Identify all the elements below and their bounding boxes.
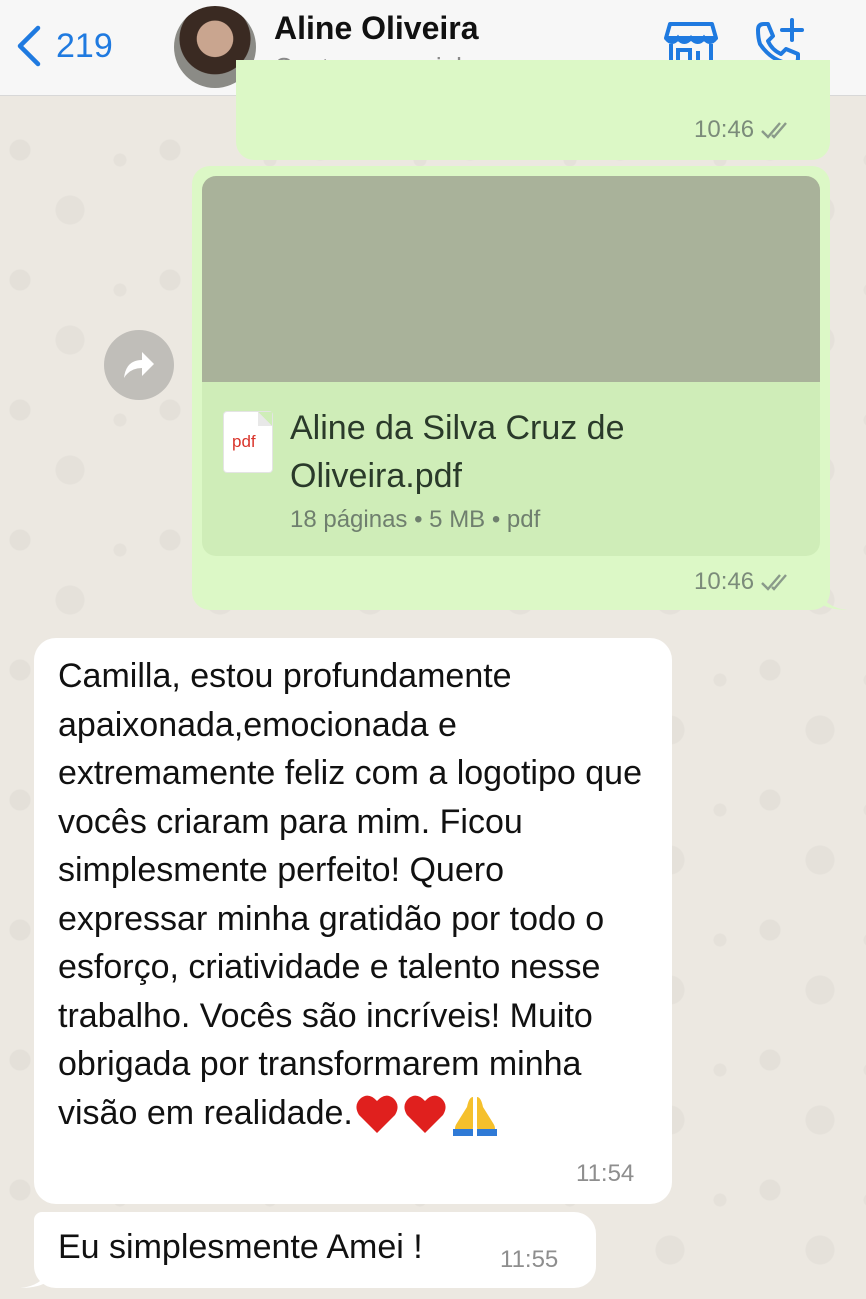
message-time: 11:54 <box>576 1160 635 1187</box>
message-time: 11:55 <box>500 1246 559 1273</box>
document-card[interactable]: pdf Aline da Silva Cruz de Oliveira.pdf … <box>202 382 820 556</box>
message-bubble-incoming[interactable]: Eu simplesmente Amei ! 11:55 <box>34 1212 596 1288</box>
document-file-meta: 18 páginas • 5 MB • pdf <box>290 506 541 533</box>
praying-hands-icon <box>452 1096 497 1136</box>
message-text: Camilla, estou profundamente apaixonada,… <box>58 652 658 1137</box>
red-heart-icon <box>356 1095 398 1133</box>
document-message-bubble[interactable]: pdf Aline da Silva Cruz de Oliveira.pdf … <box>192 166 830 610</box>
unread-count: 219 <box>56 26 113 65</box>
pdf-file-icon: pdf <box>224 412 272 472</box>
red-heart-icon <box>404 1095 446 1133</box>
message-time: 10:46 <box>694 116 794 144</box>
bubble-tail <box>818 588 848 610</box>
bubble-tail <box>20 1266 50 1288</box>
document-file-name: Aline da Silva Cruz de Oliveira.pdf <box>290 409 625 495</box>
forward-arrow-icon <box>124 352 154 378</box>
back-button[interactable]: 219 <box>14 22 113 70</box>
message-time: 10:46 <box>694 568 794 596</box>
contact-name[interactable]: Aline Oliveira <box>274 10 479 47</box>
document-preview[interactable] <box>202 176 820 382</box>
message-bubble-incoming[interactable]: Camilla, estou profundamente apaixonada,… <box>34 638 672 1204</box>
message-bubble-outgoing[interactable]: 10:46 <box>236 60 830 160</box>
read-ticks-icon <box>761 122 787 139</box>
read-ticks-icon <box>761 574 787 591</box>
message-text: Eu simplesmente Amei ! <box>58 1228 423 1266</box>
emoji-group <box>355 1093 499 1137</box>
forward-button[interactable] <box>104 330 174 400</box>
back-chevron-icon <box>17 25 41 67</box>
